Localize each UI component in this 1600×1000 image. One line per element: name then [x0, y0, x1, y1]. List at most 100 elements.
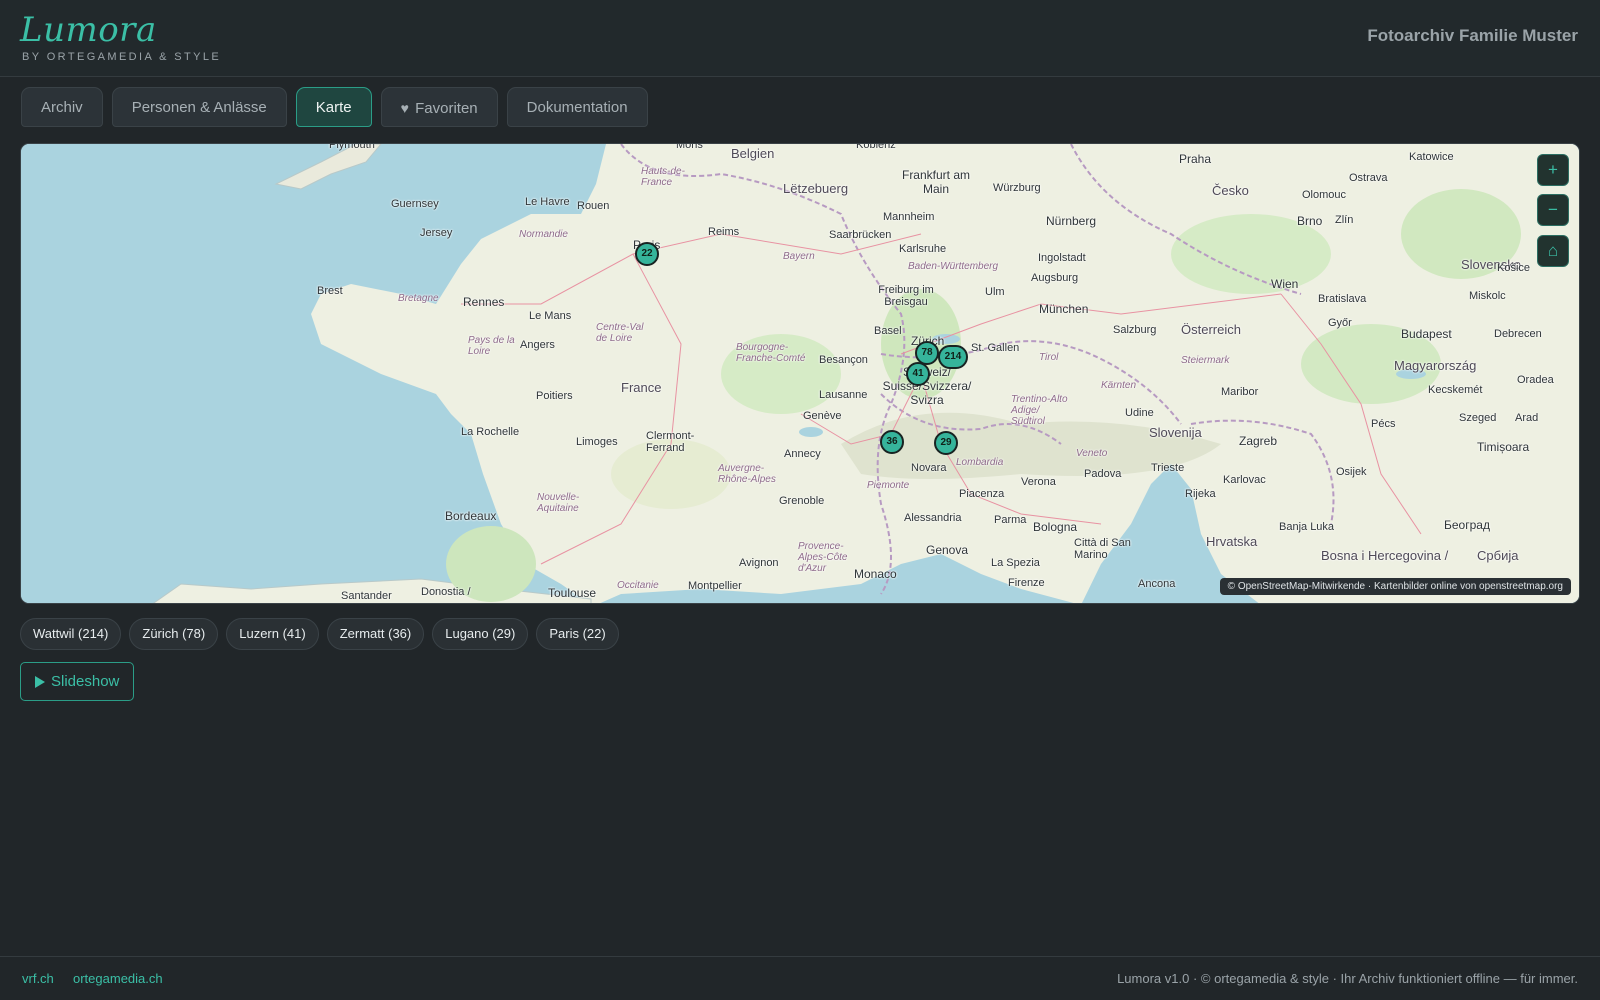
location-chip-zurich[interactable]: Zürich (78) [129, 618, 219, 650]
map-label: Lëtzebuerg [783, 181, 849, 196]
map-label: Budapest [1401, 327, 1452, 341]
slideshow-button[interactable]: Slideshow [20, 662, 135, 701]
main-tabs: Archiv Personen & Anlässe Karte ♥ Favori… [21, 87, 648, 127]
map-label: Katowice [1409, 151, 1454, 163]
map-label: Rijeka [1185, 488, 1216, 500]
map-label: Genova [926, 543, 969, 557]
tab-personen-anlaesse[interactable]: Personen & Anlässe [111, 87, 287, 127]
map-label: Udine [1125, 407, 1154, 419]
map-label: Slovenija [1149, 425, 1202, 440]
footer-link-ortegamedia[interactable]: ortegamedia.ch [73, 971, 163, 986]
map-tiles [21, 144, 1579, 603]
map-label: Steiermark [1181, 355, 1230, 366]
map-label: Jersey [420, 227, 453, 239]
map-label: Trieste [1151, 462, 1185, 474]
map-label: Belgien [731, 146, 775, 161]
map-label: Osijek [1336, 466, 1367, 478]
location-chip-zermatt[interactable]: Zermatt (36) [326, 618, 425, 650]
zoom-out-button[interactable]: − [1537, 194, 1569, 226]
map-label: Pécs [1371, 418, 1396, 430]
tab-favoriten[interactable]: ♥ Favoriten [380, 87, 498, 127]
map-label: Annecy [784, 448, 821, 460]
map-label: La Spezia [991, 557, 1040, 569]
map-label: Mannheim [883, 211, 935, 223]
map-label: Zagreb [1239, 434, 1278, 448]
zoom-in-button[interactable]: + [1537, 154, 1569, 186]
map-label: Magyarország [1394, 358, 1477, 373]
map-label: Kärnten [1101, 380, 1137, 391]
map-label: Wien [1271, 277, 1299, 291]
location-chip-wattwil[interactable]: Wattwil (214) [20, 618, 122, 650]
map-label: Avignon [739, 557, 779, 569]
tab-label: Personen & Anlässe [131, 99, 267, 116]
map-label: Banja Luka [1279, 521, 1335, 533]
map-label: Basel [874, 325, 902, 337]
map-label: Firenze [1008, 577, 1045, 589]
map-label: Maribor [1221, 386, 1259, 398]
map-label: Freiburg im Breisgau [878, 284, 934, 308]
location-chip-luzern[interactable]: Luzern (41) [226, 618, 319, 650]
location-chip-paris[interactable]: Paris (22) [536, 618, 619, 650]
map-marker-zermatt[interactable]: 36 [880, 430, 904, 454]
app-footer: vrf.ch ortegamedia.ch Lumora v1.0 · © or… [0, 956, 1600, 1000]
map-label: Győr [1328, 317, 1352, 329]
map-label: Bourgogne-Franche-Comté [736, 342, 806, 364]
map-label: Normandie [519, 229, 568, 240]
map-label: Miskolc [1469, 290, 1506, 302]
map-label: Hauts-de-France [641, 166, 685, 188]
map-label: Plymouth [329, 143, 375, 151]
map-label: Limoges [576, 436, 618, 448]
app-logo[interactable]: Lumora [20, 10, 157, 50]
map-label: Verona [1021, 476, 1056, 488]
map-label: Trentino-Alto Adige/ Südtirol [1011, 394, 1068, 427]
tab-archiv[interactable]: Archiv [21, 87, 103, 127]
map-marker-paris[interactable]: 22 [635, 242, 659, 266]
map-label: Ancona [1138, 578, 1176, 590]
map-label: Piacenza [959, 488, 1005, 500]
map-label: Ingolstadt [1038, 252, 1086, 264]
map-label: Parma [994, 514, 1027, 526]
map-label: Србија [1477, 548, 1519, 563]
map-label: Piemonte [867, 480, 910, 491]
map-label: Lausanne [819, 389, 868, 401]
map-label: Ulm [985, 286, 1005, 298]
app-header: Lumora BY ORTEGAMEDIA & STYLE Fotoarchiv… [0, 0, 1600, 77]
map-label: Le Havre [525, 196, 570, 208]
map-label: France [621, 380, 662, 395]
photo-map[interactable]: Belgien Mons Koblenz Hauts-de-France Lët… [20, 143, 1580, 604]
map-label: Bologna [1033, 520, 1078, 534]
map-label: Ostrava [1349, 172, 1388, 184]
tab-label: Karte [315, 99, 352, 116]
home-view-button[interactable]: ⌂ [1537, 235, 1569, 267]
map-label: Karlsruhe [899, 243, 947, 255]
map-marker-wattwil[interactable]: 214 [938, 345, 968, 369]
map-label: Würzburg [993, 182, 1041, 194]
map-label: Bretagne [398, 293, 439, 304]
footer-link-vrf[interactable]: vrf.ch [22, 971, 54, 986]
map-label: Augsburg [1031, 272, 1079, 284]
map-label: Poitiers [536, 390, 573, 402]
map-attribution[interactable]: © OpenStreetMap-Mitwirkende · Kartenbild… [1219, 578, 1571, 595]
play-icon [35, 675, 45, 688]
tab-karte[interactable]: Karte [295, 87, 372, 127]
map-label: Szeged [1459, 412, 1497, 424]
map-label: Olomouc [1302, 189, 1347, 201]
map-label: Karlovac [1223, 474, 1266, 486]
map-label: Genève [803, 410, 842, 422]
tab-dokumentation[interactable]: Dokumentation [506, 87, 648, 127]
map-marker-luzern[interactable]: 41 [906, 362, 930, 386]
map-label: Rennes [463, 295, 505, 309]
tab-label: Favoriten [415, 100, 478, 117]
map-label: Nouvelle-Aquitaine [537, 492, 580, 514]
map-label: Rouen [577, 200, 610, 212]
location-chip-lugano[interactable]: Lugano (29) [432, 618, 529, 650]
map-label: Angers [520, 339, 555, 351]
map-label: Bratislava [1318, 293, 1367, 305]
map-marker-lugano[interactable]: 29 [934, 431, 958, 455]
map-label: Alessandria [904, 512, 962, 524]
map-label: Reims [708, 226, 740, 238]
map-label: Hrvatska [1206, 534, 1258, 549]
map-label: Pays de la Loire [468, 335, 515, 357]
map-label: Saarbrücken [829, 229, 892, 241]
map-label: Guernsey [391, 198, 439, 210]
